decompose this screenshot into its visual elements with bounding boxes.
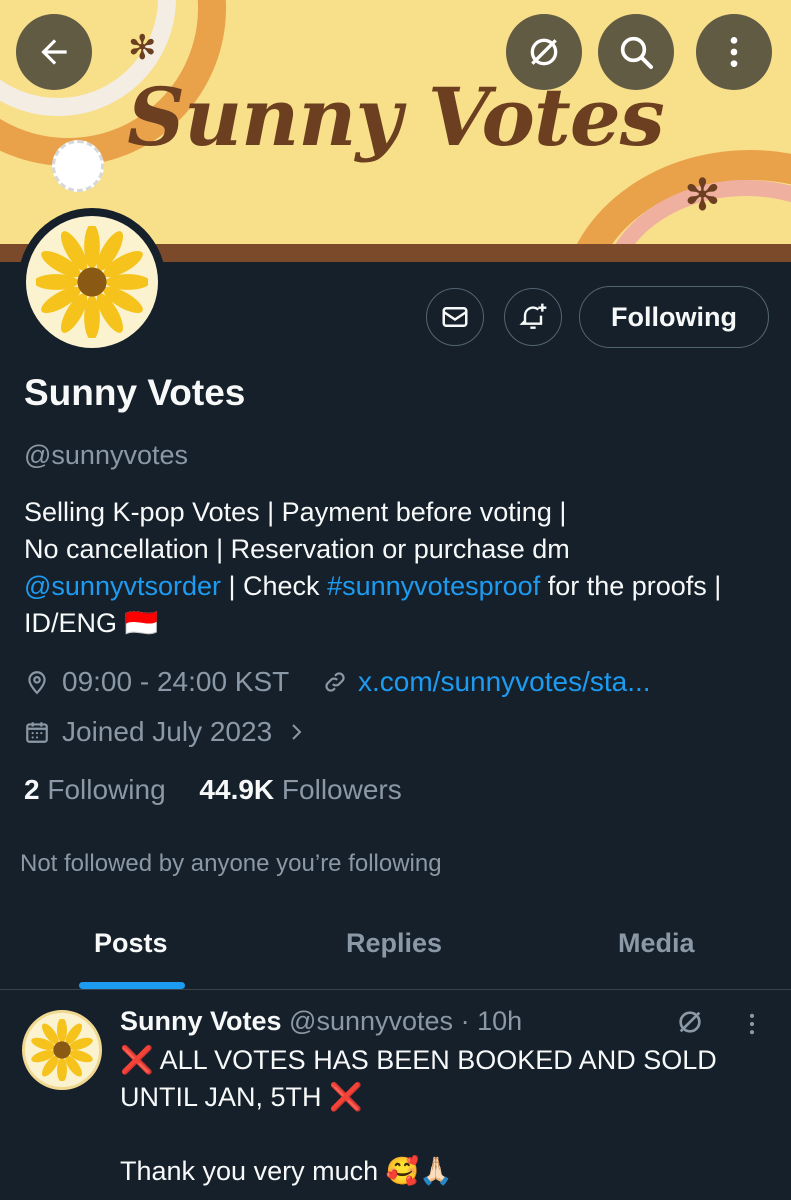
search-icon (620, 36, 653, 69)
location-row: 09:00 - 24:00 KST (24, 666, 289, 698)
website-link[interactable]: x.com/sunnyvotes/sta... (358, 666, 651, 698)
post-author-handle[interactable]: @sunnyvotes (289, 1006, 453, 1036)
website-row[interactable]: x.com/sunnyvotes/sta... (322, 666, 651, 698)
tab-media[interactable]: Media (618, 928, 695, 959)
banner-flower-decoration: ✻ (684, 171, 721, 220)
bio-text: for the proofs | (540, 571, 722, 601)
joined-row[interactable]: Joined July 2023 (24, 716, 308, 748)
profile-avatar[interactable] (18, 208, 166, 356)
active-tab-indicator (79, 982, 185, 989)
more-button[interactable] (696, 14, 772, 90)
followers-stat[interactable]: 44.9K Followers (199, 774, 401, 805)
post-time[interactable]: 10h (477, 1006, 522, 1036)
envelope-icon (442, 307, 468, 327)
following-label: Following (47, 774, 166, 805)
message-button[interactable] (426, 288, 484, 346)
post-more-button[interactable] (738, 1010, 766, 1043)
mention-link[interactable]: @sunnyvtsorder (24, 571, 221, 601)
calendar-icon (26, 722, 48, 743)
avatar-image (26, 216, 158, 348)
more-vertical-icon (730, 37, 738, 67)
link-icon (325, 672, 345, 692)
divider (0, 989, 791, 990)
bio-text: | Check (221, 571, 328, 601)
post-avatar[interactable] (22, 1010, 102, 1090)
location-text: 09:00 - 24:00 KST (62, 666, 290, 697)
bio-line: ID/ENG 🇮🇩 (24, 605, 784, 642)
sunflower-icon (36, 226, 148, 338)
banner-title: Sunny Votes (127, 70, 665, 164)
tab-posts[interactable]: Posts (94, 928, 168, 959)
grok-button[interactable] (506, 14, 582, 90)
followers-label: Followers (281, 774, 402, 805)
bell-plus-icon (519, 303, 547, 329)
grok-icon (530, 38, 558, 66)
post-grok-button[interactable] (674, 1006, 706, 1043)
following-count: 2 (24, 774, 40, 805)
post-header: Sunny Votes @sunnyvotes · 10h (120, 1006, 522, 1037)
tab-replies[interactable]: Replies (346, 928, 442, 959)
search-button[interactable] (598, 14, 674, 90)
profile-name: Sunny Votes (24, 372, 246, 413)
profile-handle: @sunnyvotes (24, 440, 188, 470)
sunflower-icon (31, 1019, 93, 1081)
following-stat[interactable]: 2 Following (24, 774, 166, 805)
post-separator: · (460, 1006, 470, 1036)
not-followed-note: Not followed by anyone you’re following (20, 850, 442, 877)
follow-stats: 2 Following 44.9K Followers (24, 774, 402, 806)
bio-text: ID/ENG (24, 608, 118, 638)
post-text: ❌ ALL VOTES HAS BEEN BOOKED AND SOLD UNT… (120, 1045, 717, 1186)
hashtag-link[interactable]: #sunnyvotesproof (327, 571, 540, 601)
back-button[interactable] (16, 14, 92, 90)
bio-line: @sunnyvtsorder | Check #sunnyvotesproof … (24, 568, 784, 605)
post-author-name[interactable]: Sunny Votes (120, 1006, 282, 1036)
more-vertical-icon (749, 1013, 755, 1035)
bio-line: No cancellation | Reservation or purchas… (24, 534, 570, 564)
indonesia-flag: 🇮🇩 (124, 608, 159, 638)
following-button[interactable]: Following (579, 286, 769, 348)
grok-icon (679, 1011, 701, 1033)
followers-count: 44.9K (199, 774, 275, 805)
arrow-left-icon (41, 39, 67, 65)
chevron-right-icon (292, 724, 302, 740)
profile-bio: Selling K-pop Votes | Payment before vot… (24, 494, 784, 642)
joined-text: Joined July 2023 (62, 716, 273, 747)
bio-line: Selling K-pop Votes | Payment before vot… (24, 497, 567, 527)
banner-flower-decoration: ✻ (128, 29, 157, 67)
location-pin-icon (28, 671, 46, 695)
notifications-button[interactable] (504, 288, 562, 346)
